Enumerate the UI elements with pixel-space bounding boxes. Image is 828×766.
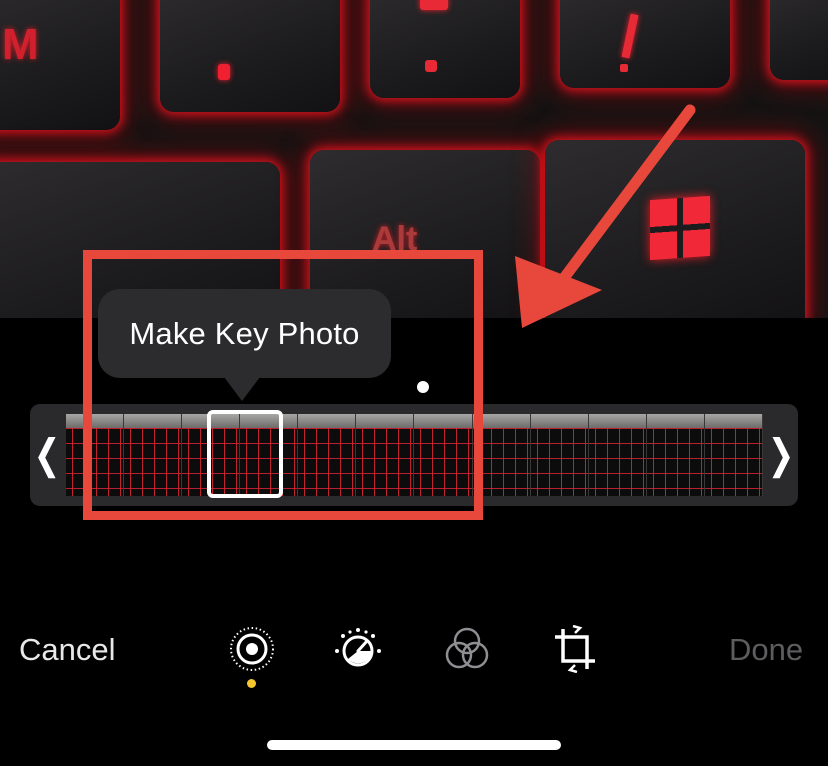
annotation-highlight-box <box>83 250 483 520</box>
